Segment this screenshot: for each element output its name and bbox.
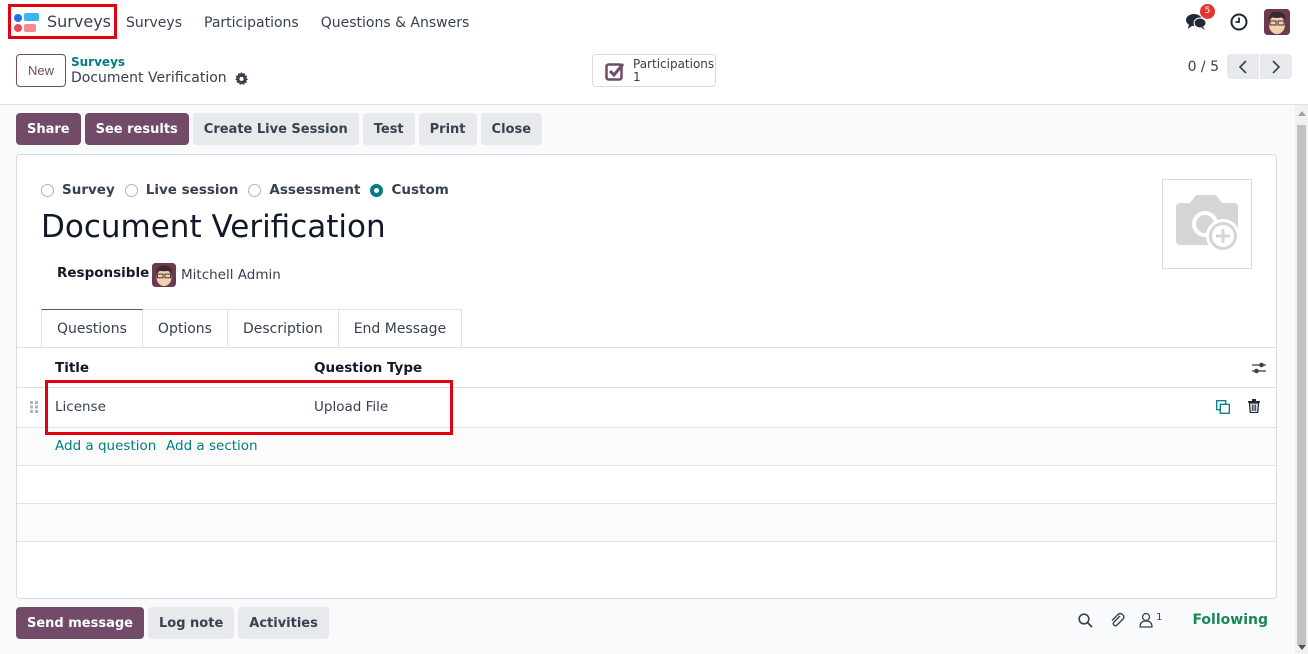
column-header-question-type[interactable]: Question Type (314, 360, 422, 376)
responsible-field[interactable]: Mitchell Admin (152, 263, 281, 287)
notebook-tabs: Questions Options Description End Messag… (41, 309, 463, 348)
app-name: Surveys (47, 12, 111, 31)
menu-item-surveys[interactable]: Surveys (126, 15, 182, 31)
search-icon[interactable] (1078, 612, 1093, 628)
clock-icon[interactable] (1230, 13, 1248, 31)
responsible-name: Mitchell Admin (181, 267, 281, 283)
tab-description[interactable]: Description (227, 309, 339, 348)
trash-icon[interactable] (1248, 399, 1260, 413)
form-action-bar: Share See results Create Live Session Te… (16, 113, 543, 145)
control-panel: New Surveys Document Verification Partic… (0, 46, 1308, 105)
radio-assessment[interactable]: Assessment (248, 182, 360, 198)
responsible-avatar (152, 263, 176, 287)
radio-label: Custom (391, 182, 449, 198)
top-navbar: Surveys Surveys Participations Questions… (0, 0, 1308, 46)
tab-questions[interactable]: Questions (41, 309, 143, 348)
add-line-row: Add a question Add a section (17, 428, 1276, 466)
stat-label: Participations (633, 56, 715, 71)
survey-type-radio-group: Survey Live session Assessment Custom (41, 182, 459, 198)
survey-title-field[interactable]: Document Verification (41, 209, 386, 245)
followers-count: 1 (1156, 612, 1163, 623)
camera-add-icon (1176, 195, 1240, 253)
user-avatar[interactable] (1264, 9, 1290, 35)
page-scrollbar[interactable] (1295, 105, 1308, 654)
stat-value: 1 (633, 69, 641, 84)
chatter-actions: Send message Log note Activities (16, 607, 329, 639)
menu-item-questions-answers[interactable]: Questions & Answers (321, 15, 470, 31)
systray: 5 (1186, 4, 1290, 35)
close-button[interactable]: Close (480, 113, 543, 145)
cell-title[interactable]: License (55, 399, 106, 415)
app-brand[interactable]: Surveys (8, 4, 117, 39)
optional-columns-icon[interactable] (1252, 361, 1266, 375)
column-header-title[interactable]: Title (55, 360, 89, 376)
radio-button[interactable] (41, 183, 54, 197)
questions-list: Title Question Type License Upload File (17, 348, 1276, 542)
gear-icon[interactable] (234, 71, 248, 85)
radio-button[interactable] (248, 183, 262, 197)
tab-options[interactable]: Options (142, 309, 228, 348)
user-icon (1139, 612, 1153, 628)
empty-row (17, 504, 1276, 542)
send-message-button[interactable]: Send message (16, 607, 144, 639)
cell-question-type[interactable]: Upload File (314, 399, 388, 415)
radio-label: Live session (145, 182, 239, 198)
chevron-left-icon (1238, 59, 1247, 74)
pager: 0 / 5 (1188, 54, 1292, 79)
breadcrumb-surveys[interactable]: Surveys (71, 55, 125, 69)
scroll-up-arrow-icon[interactable] (1298, 111, 1306, 116)
scroll-down-arrow-icon[interactable] (1298, 645, 1306, 650)
test-button[interactable]: Test (362, 113, 415, 145)
activities-button[interactable]: Activities (238, 607, 329, 639)
add-section-link[interactable]: Add a section (166, 438, 258, 454)
participations-stat-button[interactable]: Participations 1 (592, 54, 716, 87)
responsible-label: Responsible (57, 265, 150, 281)
pager-value[interactable]: 0 / 5 (1188, 59, 1219, 75)
share-button[interactable]: Share (16, 113, 81, 145)
following-button[interactable]: Following (1192, 612, 1268, 628)
paperclip-icon[interactable] (1109, 612, 1125, 628)
tab-end-message[interactable]: End Message (338, 309, 463, 348)
radio-label: Survey (62, 182, 115, 198)
breadcrumb-current: Document Verification (71, 70, 248, 86)
empty-row (17, 466, 1276, 504)
main-menu: Surveys Participations Questions & Answe… (126, 0, 491, 46)
radio-survey[interactable]: Survey (41, 182, 115, 198)
messages-badge: 5 (1200, 4, 1215, 19)
form-sheet: Survey Live session Assessment Custom Do… (16, 154, 1277, 599)
table-row[interactable]: License Upload File (17, 388, 1276, 428)
record-name: Document Verification (71, 70, 227, 86)
followers-button[interactable]: 1 (1139, 612, 1162, 628)
radio-custom[interactable]: Custom (370, 182, 449, 198)
image-upload-field[interactable] (1162, 179, 1252, 269)
scrollbar-thumb[interactable] (1297, 125, 1306, 645)
list-header: Title Question Type (17, 348, 1276, 388)
menu-item-participations[interactable]: Participations (204, 15, 299, 31)
copy-icon[interactable] (1216, 400, 1230, 414)
radio-button[interactable] (124, 183, 138, 197)
create-live-session-button[interactable]: Create Live Session (192, 113, 359, 145)
radio-label: Assessment (269, 182, 361, 198)
drag-handle-icon[interactable] (30, 401, 38, 413)
add-question-link[interactable]: Add a question (55, 438, 156, 454)
log-note-button[interactable]: Log note (148, 607, 235, 639)
see-results-button[interactable]: See results (84, 113, 189, 145)
print-button[interactable]: Print (418, 113, 477, 145)
radio-live-session[interactable]: Live session (124, 182, 239, 198)
new-button[interactable]: New (16, 54, 66, 87)
radio-button-selected[interactable] (370, 183, 384, 197)
pager-next-button[interactable] (1260, 54, 1292, 79)
surveys-app-icon (14, 12, 40, 32)
chevron-right-icon (1272, 59, 1281, 74)
pager-previous-button[interactable] (1227, 54, 1259, 79)
chatter-topbar-right: 1 Following (1078, 612, 1268, 628)
checkbox-icon (605, 62, 625, 81)
messaging-button[interactable]: 5 (1186, 4, 1215, 32)
